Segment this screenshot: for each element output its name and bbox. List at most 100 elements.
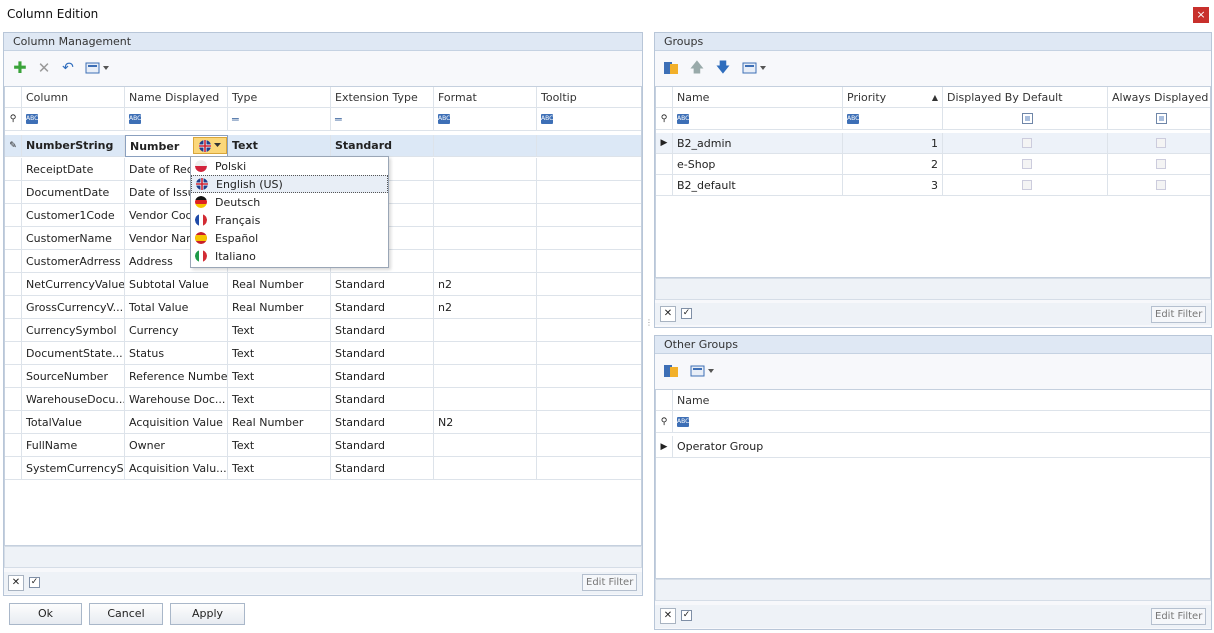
cell-tooltip[interactable] xyxy=(537,365,641,388)
cell-tooltip[interactable] xyxy=(537,434,641,457)
cell-column[interactable]: DocumentState... xyxy=(22,342,125,365)
cell-type[interactable]: Text xyxy=(228,365,331,388)
table-row[interactable]: WarehouseDocu... Warehouse Doc... Text Stan… xyxy=(5,388,641,411)
filter-column[interactable]: ABC xyxy=(22,108,125,131)
cell-format[interactable] xyxy=(434,158,537,181)
cell-column[interactable]: CurrencySymbol xyxy=(22,319,125,342)
filter-name[interactable]: ABC xyxy=(673,411,1210,433)
cell-name[interactable]: Reference Number xyxy=(125,365,228,388)
cell-ext[interactable]: Standard xyxy=(331,388,434,411)
cell-displayed-by-default[interactable] xyxy=(943,133,1108,154)
cell-name[interactable]: Warehouse Doc... xyxy=(125,388,228,411)
horizontal-scroll-band[interactable] xyxy=(4,546,642,568)
cell-format[interactable] xyxy=(434,342,537,365)
cell-column[interactable]: Customer1Code xyxy=(22,204,125,227)
view-options-icon[interactable] xyxy=(741,60,767,76)
checkbox[interactable] xyxy=(1156,159,1166,169)
cell-column[interactable]: DocumentDate xyxy=(22,181,125,204)
dropdown-item[interactable]: Polski xyxy=(191,157,388,175)
header-column[interactable]: Column xyxy=(22,87,125,108)
cell-name[interactable]: B2_default xyxy=(673,175,843,196)
filter-enabled-checkbox[interactable]: ✓ xyxy=(681,610,692,621)
arrow-down-icon[interactable]: 🡇 xyxy=(715,60,731,76)
table-row[interactable]: B2_default 3 xyxy=(656,175,1210,196)
cell-always-displayed[interactable] xyxy=(1108,154,1210,175)
cell-tooltip[interactable] xyxy=(537,250,641,273)
dropdown-item[interactable]: Italiano xyxy=(191,247,388,265)
cell-type[interactable]: Real Number xyxy=(228,273,331,296)
header-tooltip[interactable]: Tooltip xyxy=(537,87,641,108)
cell-ext[interactable]: Standard xyxy=(331,365,434,388)
arrow-up-icon[interactable]: 🡅 xyxy=(689,60,705,76)
cell-format[interactable] xyxy=(434,250,537,273)
indeterminate-checkbox[interactable] xyxy=(1155,113,1167,124)
cell-ext[interactable]: Standard xyxy=(331,457,434,480)
edit-filter-button[interactable]: Edit Filter xyxy=(1151,306,1207,323)
filter-format[interactable]: ABC xyxy=(434,108,537,131)
cell-column[interactable]: ReceiptDate xyxy=(22,158,125,181)
header-type[interactable]: Type xyxy=(228,87,331,108)
cell-name[interactable]: Acquisition Value xyxy=(125,411,228,434)
cell-ext[interactable]: Standard xyxy=(331,135,434,157)
add-icon[interactable]: ✚ xyxy=(12,60,28,76)
cell-type[interactable]: Text xyxy=(228,135,331,157)
language-picker-button[interactable] xyxy=(193,137,227,154)
filter-enabled-checkbox[interactable]: ✓ xyxy=(681,308,692,319)
cell-ext[interactable]: Standard xyxy=(331,273,434,296)
header-name-displayed[interactable]: Name Displayed xyxy=(125,87,228,108)
dropdown-item[interactable]: Deutsch xyxy=(191,193,388,211)
cell-tooltip[interactable] xyxy=(537,319,641,342)
checkbox[interactable] xyxy=(1022,180,1032,190)
cell-always-displayed[interactable] xyxy=(1108,133,1210,154)
cell-type[interactable]: Real Number xyxy=(228,296,331,319)
table-row[interactable]: FullName Owner Text Standard xyxy=(5,434,641,457)
edit-filter-button[interactable]: Edit Filter xyxy=(582,574,638,591)
groups-scroll-band[interactable] xyxy=(655,278,1211,300)
checkbox[interactable] xyxy=(1022,138,1032,148)
cell-tooltip[interactable] xyxy=(537,181,641,204)
cell-column[interactable]: CustomerAdrress xyxy=(22,250,125,273)
filter-type[interactable]: ═ xyxy=(228,108,331,131)
cell-format[interactable] xyxy=(434,181,537,204)
table-row[interactable]: CurrencySymbol Currency Text Standard xyxy=(5,319,641,342)
cell-column[interactable]: FullName xyxy=(22,434,125,457)
cell-name[interactable]: Currency xyxy=(125,319,228,342)
filter-tooltip[interactable]: ABC xyxy=(537,108,641,131)
cell-format[interactable] xyxy=(434,434,537,457)
cell-priority[interactable]: 1 xyxy=(843,133,943,154)
cell-column[interactable]: NumberString xyxy=(22,135,125,157)
table-row[interactable]: DocumentState... Status Text Standard xyxy=(5,342,641,365)
cell-format[interactable] xyxy=(434,388,537,411)
cell-name[interactable]: B2_admin xyxy=(673,133,843,154)
cell-priority[interactable]: 2 xyxy=(843,154,943,175)
header-displayed-by-default[interactable]: Displayed By Default xyxy=(943,87,1108,108)
header-extension-type[interactable]: Extension Type xyxy=(331,87,434,108)
header-name[interactable]: Name xyxy=(673,87,843,108)
expand-arrow-icon[interactable]: ▶ xyxy=(656,436,673,458)
cell-format[interactable] xyxy=(434,227,537,250)
cell-column[interactable]: SourceNumber xyxy=(22,365,125,388)
cell-name[interactable]: Total Value xyxy=(125,296,228,319)
cell-priority[interactable]: 3 xyxy=(843,175,943,196)
header-format[interactable]: Format xyxy=(434,87,537,108)
undo-icon[interactable]: ↶ xyxy=(60,60,76,76)
cell-type[interactable]: Real Number xyxy=(228,411,331,434)
cell-tooltip[interactable] xyxy=(537,342,641,365)
ok-button[interactable]: Ok xyxy=(9,603,82,625)
table-row[interactable]: ▶ Operator Group xyxy=(656,436,1210,458)
filter-ext[interactable]: ═ xyxy=(331,108,434,131)
clear-filter-icon[interactable]: ✕ xyxy=(660,306,676,322)
header-always-displayed[interactable]: Always Displayed xyxy=(1108,87,1210,108)
cell-format[interactable] xyxy=(434,135,537,157)
cell-format[interactable] xyxy=(434,365,537,388)
cell-tooltip[interactable] xyxy=(537,388,641,411)
indeterminate-checkbox[interactable] xyxy=(1021,113,1033,124)
filter-name[interactable]: ABC xyxy=(125,108,228,131)
dropdown-item[interactable]: Français xyxy=(191,211,388,229)
table-row[interactable]: GrossCurrencyV... Total Value Real Number S… xyxy=(5,296,641,319)
table-row-editing[interactable]: ✎ NumberString Number Text Standard xyxy=(5,135,641,157)
cell-name[interactable]: Owner xyxy=(125,434,228,457)
cell-tooltip[interactable] xyxy=(537,273,641,296)
header-name[interactable]: Name xyxy=(673,390,1210,411)
cell-name[interactable]: Status xyxy=(125,342,228,365)
